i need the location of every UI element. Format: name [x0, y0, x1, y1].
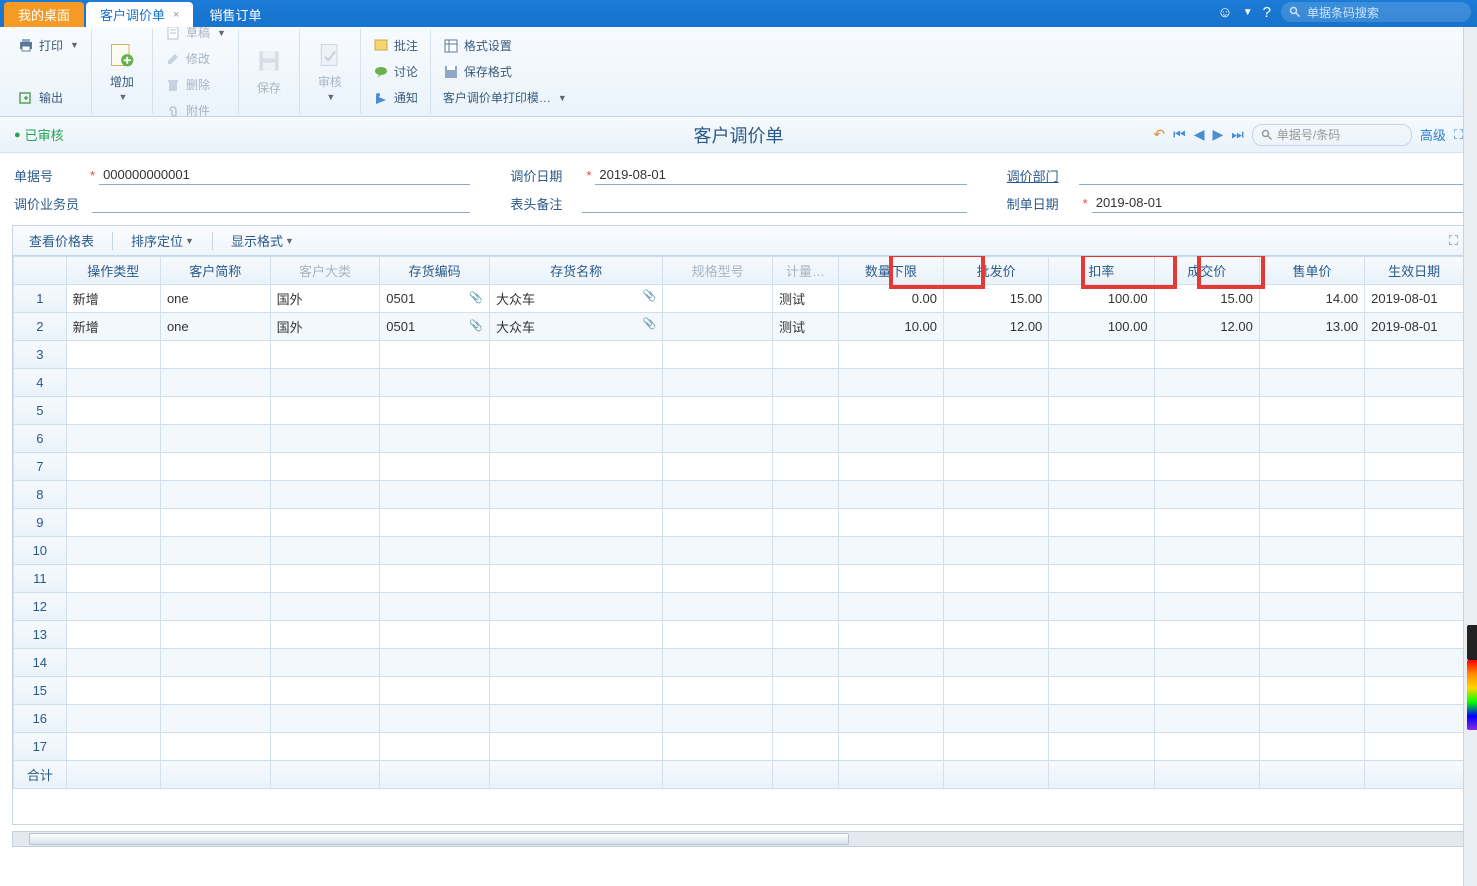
print-button[interactable]: 打印▼ [12, 33, 85, 57]
table-row[interactable]: 11 [14, 565, 1464, 593]
form-header: 单据号*000000000001 调价日期*2019-08-01 调价部门 调价… [0, 153, 1477, 219]
smile-icon[interactable]: ☺ [1217, 4, 1232, 21]
col-retail[interactable]: 售单价 [1259, 257, 1364, 285]
print-template-button[interactable]: 客户调价单打印模…▼ [437, 85, 573, 111]
status-badge: 已审核 [14, 125, 64, 144]
col-optype[interactable]: 操作类型 [66, 257, 160, 285]
ribbon-toolbar: 打印▼ 输出 增加▼ 复制 草稿▼ 修改 删除 附件 放弃 保存 审核▼ [0, 27, 1477, 117]
add-button[interactable]: 增加▼ [98, 41, 146, 102]
delete-button[interactable]: 删除 [159, 72, 232, 98]
data-grid: 操作类型 客户简称 客户大类 存货编码 存货名称 规格型号 计量… 数量下限 批… [12, 255, 1465, 825]
format-button[interactable]: 格式设置 [437, 33, 573, 59]
close-icon[interactable]: × [173, 9, 179, 21]
col-deal[interactable]: 成交价 [1154, 257, 1259, 285]
page-title: 客户调价单 [694, 122, 784, 148]
discuss-button[interactable]: 讨论 [367, 59, 424, 85]
header-row: 操作类型 客户简称 客户大类 存货编码 存货名称 规格型号 计量… 数量下限 批… [14, 257, 1464, 285]
audit-button[interactable]: 审核▼ [306, 41, 354, 102]
adj-dept-field[interactable] [1079, 165, 1463, 185]
salesman-field[interactable] [92, 193, 470, 213]
modify-button[interactable]: 修改 [159, 46, 232, 72]
table-row[interactable]: 17 [14, 733, 1464, 761]
table-row[interactable]: 15 [14, 677, 1464, 705]
save-format-button[interactable]: 保存格式 [437, 59, 573, 85]
title-bar: 已审核 客户调价单 ↶ ⏮ ◀ ▶ ⏭ 单据号/条码 高级 ⛶ [0, 117, 1477, 153]
advanced-link[interactable]: 高级 [1420, 125, 1446, 144]
horizontal-scrollbar[interactable] [12, 831, 1465, 847]
table-row[interactable]: 8 [14, 481, 1464, 509]
save-button[interactable]: 保存 [245, 47, 293, 96]
col-name[interactable]: 存货名称 [489, 257, 662, 285]
doc-no-field[interactable]: 000000000001 [99, 165, 470, 185]
table-row[interactable]: 12 [14, 593, 1464, 621]
table-row[interactable]: 2 新增one国外 0501📎 大众车📎 测试 10.0012.00 100.0… [14, 313, 1464, 341]
barcode-search[interactable]: 单据条码搜索 [1281, 2, 1471, 22]
col-wholesale[interactable]: 批发价 [944, 257, 1049, 285]
table-row[interactable]: 5 [14, 397, 1464, 425]
tabs-bar: 我的桌面 客户调价单× 销售订单 ☺ ▼ ? 单据条码搜索 [0, 0, 1477, 27]
tab-sales-order[interactable]: 销售订单 [195, 2, 275, 27]
doc-search[interactable]: 单据号/条码 [1252, 124, 1412, 146]
table-row[interactable]: 4 [14, 369, 1464, 397]
total-row: 合计 [14, 761, 1464, 789]
help-icon[interactable]: ? [1263, 4, 1271, 21]
note-button[interactable]: 批注 [367, 33, 424, 59]
table-row[interactable]: 9 [14, 509, 1464, 537]
table-row[interactable]: 6 [14, 425, 1464, 453]
view-price-button[interactable]: 查看价格表 [23, 229, 100, 252]
table-row[interactable]: 7 [14, 453, 1464, 481]
table-row[interactable]: 3 [14, 341, 1464, 369]
side-widget-dark[interactable] [1467, 625, 1477, 660]
fullscreen-icon[interactable]: ⛶ [1454, 127, 1463, 143]
col-cat[interactable]: 客户大类 [270, 257, 380, 285]
grid-toolbar: 查看价格表 排序定位▼ 显示格式▼ ⛶ [12, 225, 1465, 255]
prev-icon[interactable]: ◀ [1194, 126, 1205, 143]
col-spec[interactable]: 规格型号 [663, 257, 773, 285]
tab-active[interactable]: 客户调价单× [86, 2, 193, 27]
first-icon[interactable]: ⏮ [1173, 126, 1186, 143]
col-cust[interactable]: 客户简称 [160, 257, 270, 285]
table-row[interactable]: 13 [14, 621, 1464, 649]
tab-home[interactable]: 我的桌面 [4, 2, 84, 27]
make-date-field[interactable]: 2019-08-01 [1092, 193, 1463, 213]
col-rownum[interactable] [14, 257, 67, 285]
table-row[interactable]: 1 新增one国外 0501📎 大众车📎 测试 0.0015.00 100.00… [14, 285, 1464, 313]
col-unit[interactable]: 计量… [772, 257, 838, 285]
side-widget-rainbow[interactable] [1467, 660, 1477, 730]
col-eff[interactable]: 生效日期 [1365, 257, 1464, 285]
undo-icon[interactable]: ↶ [1153, 126, 1165, 143]
table-row[interactable]: 14 [14, 649, 1464, 677]
col-discount[interactable]: 扣率 [1049, 257, 1154, 285]
table-row[interactable]: 10 [14, 537, 1464, 565]
search-icon [1261, 129, 1273, 141]
sort-button[interactable]: 排序定位▼ [125, 229, 200, 252]
table-row[interactable]: 16 [14, 705, 1464, 733]
next-icon[interactable]: ▶ [1212, 126, 1223, 143]
col-code[interactable]: 存货编码 [380, 257, 490, 285]
export-button[interactable]: 输出 [12, 86, 85, 110]
dropdown-icon[interactable]: ▼ [1243, 7, 1253, 18]
header-remark-field[interactable] [582, 193, 966, 213]
col-qty[interactable]: 数量下限 [838, 257, 943, 285]
expand-icon[interactable]: ⛶ [1449, 233, 1458, 249]
search-icon [1289, 6, 1301, 18]
vertical-scrollbar[interactable] [1463, 27, 1477, 886]
adj-date-field[interactable]: 2019-08-01 [595, 165, 966, 185]
notify-button[interactable]: 通知 [367, 85, 424, 111]
last-icon[interactable]: ⏭ [1231, 126, 1244, 143]
display-button[interactable]: 显示格式▼ [225, 229, 300, 252]
